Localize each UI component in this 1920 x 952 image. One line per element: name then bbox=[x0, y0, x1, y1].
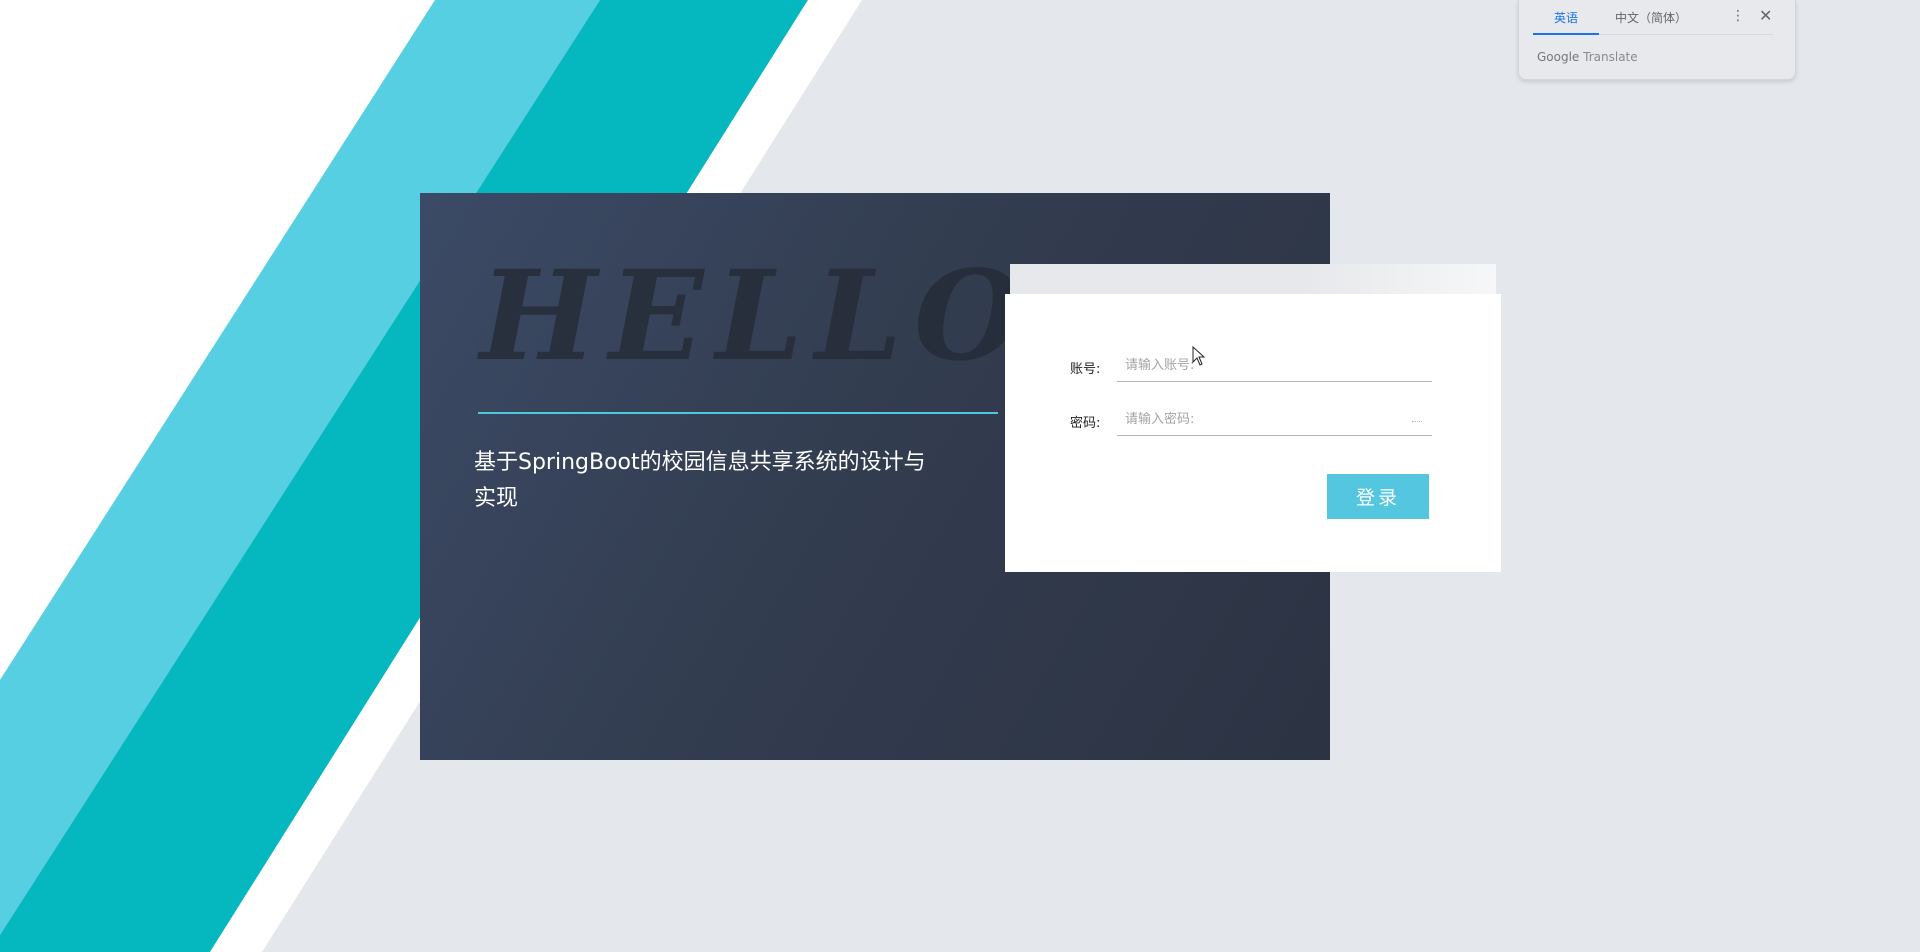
login-button[interactable]: 登录 bbox=[1327, 474, 1429, 519]
card-divider bbox=[478, 412, 998, 414]
google-translate-brand: Google Translate bbox=[1537, 50, 1638, 64]
password-toggle-icon[interactable] bbox=[1412, 418, 1422, 422]
tab-target-language[interactable]: 中文（简体） bbox=[1615, 9, 1687, 26]
password-label: 密码: bbox=[1070, 416, 1101, 431]
hello-watermark: HELLO bbox=[480, 244, 1035, 389]
login-tab-strip bbox=[1010, 264, 1496, 294]
password-input[interactable] bbox=[1117, 404, 1432, 436]
system-title: 基于SpringBoot的校园信息共享系统的设计与实现 bbox=[474, 450, 926, 511]
more-vertical-icon[interactable]: ⋮ bbox=[1731, 8, 1745, 24]
password-field: 密码: bbox=[1070, 404, 1432, 438]
username-label: 账号: bbox=[1070, 362, 1101, 377]
username-field: 账号: bbox=[1070, 350, 1432, 384]
translate-text: Translate bbox=[1583, 50, 1638, 64]
close-icon[interactable]: ✕ bbox=[1759, 6, 1772, 26]
login-form: 账号: 密码: 登录 bbox=[1005, 294, 1501, 572]
username-input[interactable] bbox=[1117, 350, 1432, 382]
google-translate-popup: 英语 中文（简体） ⋮ ✕ Google Translate bbox=[1518, 0, 1796, 80]
mouse-cursor-icon bbox=[1192, 346, 1206, 366]
tab-source-language[interactable]: 英语 bbox=[1533, 9, 1599, 35]
google-logo-text: Google bbox=[1537, 50, 1580, 64]
